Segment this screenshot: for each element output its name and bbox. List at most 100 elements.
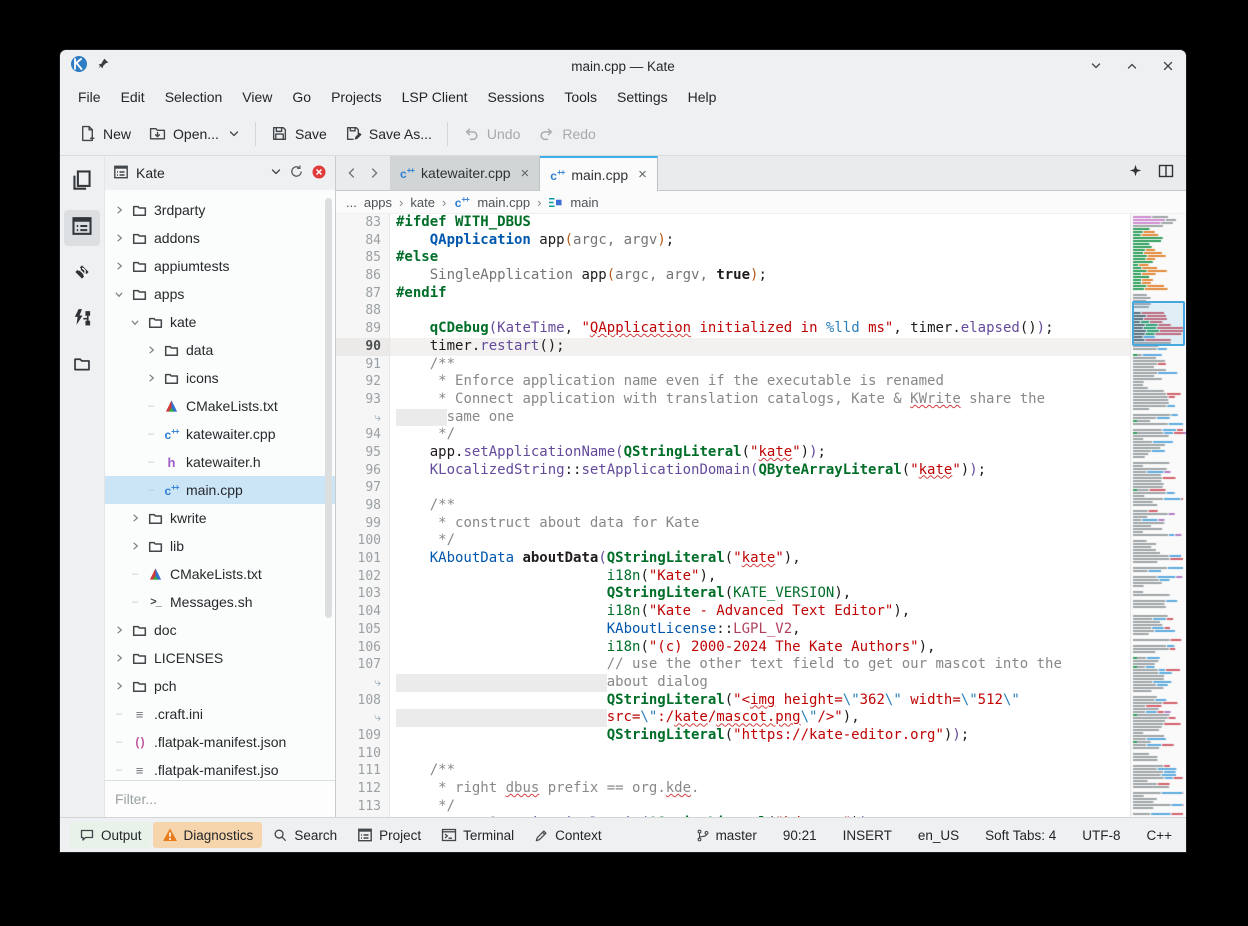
forward-icon[interactable] (364, 166, 384, 180)
minimap-viewport[interactable] (1132, 301, 1185, 346)
chevron-down-icon[interactable] (129, 318, 141, 327)
statusbar-terminal-button[interactable]: Terminal (432, 822, 523, 848)
menu-lsp-client[interactable]: LSP Client (392, 86, 478, 108)
sidebar-tool-filesystem[interactable] (64, 348, 100, 384)
sidebar-tool-git[interactable] (64, 256, 100, 292)
statusbar-project-button[interactable]: Project (348, 822, 430, 848)
save-button[interactable]: Save (262, 119, 336, 148)
tree-item-kwrite[interactable]: kwrite (105, 504, 335, 532)
titlebar[interactable]: main.cpp — Kate (60, 50, 1186, 82)
maximize-button[interactable] (1124, 58, 1140, 74)
breadcrumb-item-[interactable]: ... (346, 195, 357, 210)
close-icon[interactable]: × (635, 166, 647, 183)
project-chevron-down-icon[interactable] (270, 165, 282, 181)
back-icon[interactable] (342, 166, 362, 180)
statusbar-90-21[interactable]: 90:21 (783, 828, 817, 843)
tree-item-doc[interactable]: doc (105, 616, 335, 644)
statusbar-diagnostics-button[interactable]: Diagnostics (153, 822, 263, 848)
menu-tools[interactable]: Tools (554, 86, 607, 108)
statusbar-search-button[interactable]: Search (264, 823, 346, 848)
statusbar-c[interactable]: C++ (1146, 828, 1172, 843)
sidebar-tool-project[interactable] (64, 210, 100, 246)
minimize-button[interactable] (1088, 58, 1104, 74)
statusbar-context-button[interactable]: Context (525, 823, 611, 848)
code-lines[interactable]: 83#ifdef WITH_DBUS84 QApplication app(ar… (336, 214, 1131, 817)
wrap-marker: ⤷ (336, 409, 390, 427)
chevron-right-icon[interactable] (145, 345, 157, 355)
chevron-right-icon[interactable] (113, 261, 125, 271)
tree-item-licenses[interactable]: LICENSES (105, 644, 335, 672)
menu-settings[interactable]: Settings (607, 86, 678, 108)
code-view[interactable]: 83#ifdef WITH_DBUS84 QApplication app(ar… (336, 214, 1186, 817)
breadcrumb[interactable]: ...apps›kate›c++main.cpp›main (336, 191, 1186, 214)
tree-item-label: pch (154, 678, 177, 694)
minimap-scrollbar[interactable] (1130, 214, 1186, 817)
code-line-99: 99 * construct about data for Kate (336, 515, 1131, 533)
menu-edit[interactable]: Edit (111, 86, 155, 108)
undo-button[interactable]: Undo (454, 119, 529, 148)
tree-item-flatpak-manifest-json[interactable]: –( ).flatpak-manifest.json (105, 728, 335, 756)
redo-button[interactable]: Redo (529, 119, 604, 148)
filter-input[interactable] (113, 790, 327, 808)
pin-icon[interactable] (97, 57, 110, 75)
project-close-icon[interactable] (311, 164, 327, 183)
menu-projects[interactable]: Projects (321, 86, 392, 108)
tab-main-cpp[interactable]: c++main.cpp× (540, 156, 658, 191)
tree-item-pch[interactable]: pch (105, 672, 335, 700)
tree-item-appiumtests[interactable]: appiumtests (105, 252, 335, 280)
tree-item-flatpak-manifest-jso[interactable]: –≡.flatpak-manifest.jso (105, 756, 335, 780)
statusbar-insert[interactable]: INSERT (843, 828, 892, 843)
new-button[interactable]: New (70, 119, 140, 148)
tree-item-craft-ini[interactable]: –≡.craft.ini (105, 700, 335, 728)
sidebar-tool-symbols[interactable] (64, 302, 100, 338)
close-icon[interactable]: × (518, 165, 530, 182)
statusbar-utf-8[interactable]: UTF-8 (1082, 828, 1120, 843)
tree-item-katewaiter-cpp[interactable]: –c++katewaiter.cpp (105, 420, 335, 448)
tree-item-cmakelists-txt[interactable]: –CMakeLists.txt (105, 560, 335, 588)
menu-file[interactable]: File (68, 86, 111, 108)
menu-view[interactable]: View (232, 86, 282, 108)
chevron-right-icon[interactable] (113, 233, 125, 243)
chevron-right-icon[interactable] (113, 625, 125, 635)
breadcrumb-item-apps[interactable]: apps (364, 195, 392, 210)
split-view-icon[interactable] (1158, 163, 1174, 184)
save-as-button[interactable]: Save As... (336, 119, 441, 148)
quick-open-icon[interactable] (1129, 164, 1142, 182)
tree-item-3rdparty[interactable]: 3rdparty (105, 196, 335, 224)
tree-item-cmakelists-txt[interactable]: –CMakeLists.txt (105, 392, 335, 420)
statusbar-master[interactable]: master (696, 828, 757, 843)
chevron-right-icon[interactable] (129, 513, 141, 523)
chevron-right-icon[interactable] (113, 681, 125, 691)
close-button[interactable] (1160, 58, 1176, 74)
chevron-down-icon[interactable] (113, 290, 125, 299)
menu-sessions[interactable]: Sessions (478, 86, 555, 108)
chevron-right-icon[interactable] (113, 205, 125, 215)
project-refresh-icon[interactable] (289, 164, 304, 182)
chevron-right-icon[interactable] (129, 541, 141, 551)
tree-item-main-cpp[interactable]: –c++main.cpp (105, 476, 335, 504)
statusbar-output-button[interactable]: Output (70, 822, 151, 848)
chevron-right-icon[interactable] (113, 653, 125, 663)
breadcrumb-item-main[interactable]: main (570, 195, 598, 210)
tree-item-data[interactable]: data (105, 336, 335, 364)
menu-help[interactable]: Help (678, 86, 727, 108)
tree-item-kate[interactable]: kate (105, 308, 335, 336)
sidebar-tool-documents[interactable] (64, 164, 100, 200)
tree-item-messages-sh[interactable]: –>_Messages.sh (105, 588, 335, 616)
tree-item-lib[interactable]: lib (105, 532, 335, 560)
tree-scrollbar[interactable] (325, 198, 332, 618)
menu-go[interactable]: Go (282, 86, 321, 108)
tab-katewaiter-cpp[interactable]: c++katewaiter.cpp× (390, 156, 540, 190)
statusbar-en-us[interactable]: en_US (918, 828, 959, 843)
tree-item-addons[interactable]: addons (105, 224, 335, 252)
chevron-right-icon[interactable] (145, 373, 157, 383)
menu-selection[interactable]: Selection (155, 86, 233, 108)
breadcrumb-item-main-cpp[interactable]: main.cpp (477, 195, 530, 210)
tree-item-katewaiter-h[interactable]: –hkatewaiter.h (105, 448, 335, 476)
tree-item-apps[interactable]: apps (105, 280, 335, 308)
statusbar-soft-tabs-4[interactable]: Soft Tabs: 4 (985, 828, 1056, 843)
chevron-down-icon[interactable] (228, 128, 240, 140)
open-button[interactable]: Open... (140, 119, 249, 148)
breadcrumb-item-kate[interactable]: kate (410, 195, 435, 210)
tree-item-icons[interactable]: icons (105, 364, 335, 392)
